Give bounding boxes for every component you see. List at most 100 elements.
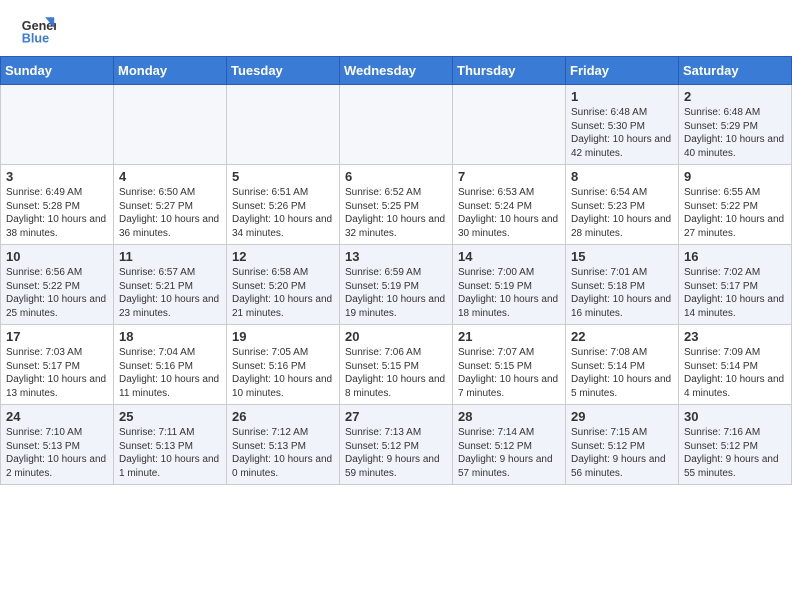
calendar-cell: 1 Sunrise: 6:48 AM Sunset: 5:30 PM Daylig… — [566, 85, 679, 165]
calendar-cell: 14 Sunrise: 7:00 AM Sunset: 5:19 PM Dayli… — [453, 245, 566, 325]
day-number: 9 — [684, 169, 786, 184]
calendar-cell: 17 Sunrise: 7:03 AM Sunset: 5:17 PM Dayli… — [1, 325, 114, 405]
day-content: Sunrise: 7:05 AM Sunset: 5:16 PM Dayligh… — [232, 346, 334, 400]
day-number: 5 — [232, 169, 334, 184]
calendar-week-1: 1 Sunrise: 6:48 AM Sunset: 5:30 PM Daylig… — [1, 85, 792, 165]
day-header-sunday: Sunday — [1, 57, 114, 85]
day-content: Sunrise: 7:04 AM Sunset: 5:16 PM Dayligh… — [119, 346, 221, 400]
day-number: 4 — [119, 169, 221, 184]
day-header-thursday: Thursday — [453, 57, 566, 85]
day-content: Sunrise: 6:50 AM Sunset: 5:27 PM Dayligh… — [119, 186, 221, 240]
calendar-week-4: 17 Sunrise: 7:03 AM Sunset: 5:17 PM Dayli… — [1, 325, 792, 405]
day-number: 22 — [571, 329, 673, 344]
day-number: 30 — [684, 409, 786, 424]
calendar-cell: 20Sunrise: 7:06 AM Sunset: 5:15 PM Dayli… — [340, 325, 453, 405]
day-content: Sunrise: 6:48 AM Sunset: 5:30 PM Dayligh… — [571, 106, 673, 160]
day-number: 29 — [571, 409, 673, 424]
day-content: Sunrise: 7:09 AM Sunset: 5:14 PM Dayligh… — [684, 346, 786, 400]
day-number: 7 — [458, 169, 560, 184]
calendar-cell — [453, 85, 566, 165]
calendar-cell — [227, 85, 340, 165]
day-number: 21 — [458, 329, 560, 344]
day-content: Sunrise: 7:13 AM Sunset: 5:12 PM Dayligh… — [345, 426, 447, 480]
calendar-cell: 18 Sunrise: 7:04 AM Sunset: 5:16 PM Dayli… — [114, 325, 227, 405]
calendar-cell: 27 Sunrise: 7:13 AM Sunset: 5:12 PM Dayli… — [340, 405, 453, 485]
day-content: Sunrise: 6:59 AM Sunset: 5:19 PM Dayligh… — [345, 266, 447, 320]
calendar-body: 1 Sunrise: 6:48 AM Sunset: 5:30 PM Daylig… — [1, 85, 792, 485]
day-content: Sunrise: 7:02 AM Sunset: 5:17 PM Dayligh… — [684, 266, 786, 320]
day-number: 18 — [119, 329, 221, 344]
calendar-cell — [340, 85, 453, 165]
day-number: 28 — [458, 409, 560, 424]
calendar-cell: 28 Sunrise: 7:14 AM Sunset: 5:12 PM Dayli… — [453, 405, 566, 485]
day-content: Sunrise: 7:08 AM Sunset: 5:14 PM Dayligh… — [571, 346, 673, 400]
day-number: 20 — [345, 329, 447, 344]
day-header-wednesday: Wednesday — [340, 57, 453, 85]
day-content: Sunrise: 6:52 AM Sunset: 5:25 PM Dayligh… — [345, 186, 447, 240]
day-number: 1 — [571, 89, 673, 104]
day-content: Sunrise: 7:15 AM Sunset: 5:12 PM Dayligh… — [571, 426, 673, 480]
day-number: 2 — [684, 89, 786, 104]
day-header-tuesday: Tuesday — [227, 57, 340, 85]
calendar-cell — [114, 85, 227, 165]
calendar-cell: 19 Sunrise: 7:05 AM Sunset: 5:16 PM Dayli… — [227, 325, 340, 405]
day-number: 14 — [458, 249, 560, 264]
day-number: 25 — [119, 409, 221, 424]
calendar-cell: 23Sunrise: 7:09 AM Sunset: 5:14 PM Dayli… — [679, 325, 792, 405]
calendar-cell: 5 Sunrise: 6:51 AM Sunset: 5:26 PM Daylig… — [227, 165, 340, 245]
calendar-cell: 8 Sunrise: 6:54 AM Sunset: 5:23 PM Daylig… — [566, 165, 679, 245]
calendar-cell: 26 Sunrise: 7:12 AM Sunset: 5:13 PM Dayli… — [227, 405, 340, 485]
calendar-cell: 4 Sunrise: 6:50 AM Sunset: 5:27 PM Daylig… — [114, 165, 227, 245]
day-content: Sunrise: 7:00 AM Sunset: 5:19 PM Dayligh… — [458, 266, 560, 320]
day-number: 19 — [232, 329, 334, 344]
day-number: 15 — [571, 249, 673, 264]
calendar-cell: 7 Sunrise: 6:53 AM Sunset: 5:24 PM Daylig… — [453, 165, 566, 245]
day-content: Sunrise: 6:57 AM Sunset: 5:21 PM Dayligh… — [119, 266, 221, 320]
calendar-cell: 11 Sunrise: 6:57 AM Sunset: 5:21 PM Dayli… — [114, 245, 227, 325]
day-number: 6 — [345, 169, 447, 184]
day-content: Sunrise: 7:11 AM Sunset: 5:13 PM Dayligh… — [119, 426, 221, 480]
day-content: Sunrise: 6:48 AM Sunset: 5:29 PM Dayligh… — [684, 106, 786, 160]
calendar-cell: 29 Sunrise: 7:15 AM Sunset: 5:12 PM Dayli… — [566, 405, 679, 485]
day-content: Sunrise: 6:56 AM Sunset: 5:22 PM Dayligh… — [6, 266, 108, 320]
day-number: 11 — [119, 249, 221, 264]
calendar-cell: 15Sunrise: 7:01 AM Sunset: 5:18 PM Dayli… — [566, 245, 679, 325]
calendar-cell: 2 Sunrise: 6:48 AM Sunset: 5:29 PM Daylig… — [679, 85, 792, 165]
day-content: Sunrise: 7:10 AM Sunset: 5:13 PM Dayligh… — [6, 426, 108, 480]
calendar-cell: 16 Sunrise: 7:02 AM Sunset: 5:17 PM Dayli… — [679, 245, 792, 325]
day-number: 16 — [684, 249, 786, 264]
day-content: Sunrise: 7:07 AM Sunset: 5:15 PM Dayligh… — [458, 346, 560, 400]
calendar-cell: 12 Sunrise: 6:58 AM Sunset: 5:20 PM Dayli… — [227, 245, 340, 325]
calendar-week-5: 24 Sunrise: 7:10 AM Sunset: 5:13 PM Dayli… — [1, 405, 792, 485]
day-number: 26 — [232, 409, 334, 424]
logo: General Blue — [20, 10, 60, 46]
day-number: 27 — [345, 409, 447, 424]
calendar-cell: 9Sunrise: 6:55 AM Sunset: 5:22 PM Daylig… — [679, 165, 792, 245]
calendar-cell: 30 Sunrise: 7:16 AM Sunset: 5:12 PM Dayli… — [679, 405, 792, 485]
day-number: 8 — [571, 169, 673, 184]
day-content: Sunrise: 6:51 AM Sunset: 5:26 PM Dayligh… — [232, 186, 334, 240]
day-content: Sunrise: 7:16 AM Sunset: 5:12 PM Dayligh… — [684, 426, 786, 480]
day-content: Sunrise: 7:14 AM Sunset: 5:12 PM Dayligh… — [458, 426, 560, 480]
day-content: Sunrise: 6:53 AM Sunset: 5:24 PM Dayligh… — [458, 186, 560, 240]
calendar-cell: 25 Sunrise: 7:11 AM Sunset: 5:13 PM Dayli… — [114, 405, 227, 485]
day-number: 3 — [6, 169, 108, 184]
day-header-saturday: Saturday — [679, 57, 792, 85]
calendar-cell: 10Sunrise: 6:56 AM Sunset: 5:22 PM Dayli… — [1, 245, 114, 325]
calendar-table: SundayMondayTuesdayWednesdayThursdayFrid… — [0, 56, 792, 485]
day-header-friday: Friday — [566, 57, 679, 85]
day-content: Sunrise: 7:12 AM Sunset: 5:13 PM Dayligh… — [232, 426, 334, 480]
day-content: Sunrise: 6:54 AM Sunset: 5:23 PM Dayligh… — [571, 186, 673, 240]
calendar-cell: 24 Sunrise: 7:10 AM Sunset: 5:13 PM Dayli… — [1, 405, 114, 485]
calendar-cell: 3 Sunrise: 6:49 AM Sunset: 5:28 PM Daylig… — [1, 165, 114, 245]
day-content: Sunrise: 6:49 AM Sunset: 5:28 PM Dayligh… — [6, 186, 108, 240]
page-header: General Blue — [0, 0, 792, 51]
calendar-cell — [1, 85, 114, 165]
calendar-cell: 6 Sunrise: 6:52 AM Sunset: 5:25 PM Daylig… — [340, 165, 453, 245]
day-content: Sunrise: 7:03 AM Sunset: 5:17 PM Dayligh… — [6, 346, 108, 400]
day-content: Sunrise: 6:58 AM Sunset: 5:20 PM Dayligh… — [232, 266, 334, 320]
calendar-week-2: 3 Sunrise: 6:49 AM Sunset: 5:28 PM Daylig… — [1, 165, 792, 245]
day-number: 12 — [232, 249, 334, 264]
day-number: 24 — [6, 409, 108, 424]
day-number: 17 — [6, 329, 108, 344]
